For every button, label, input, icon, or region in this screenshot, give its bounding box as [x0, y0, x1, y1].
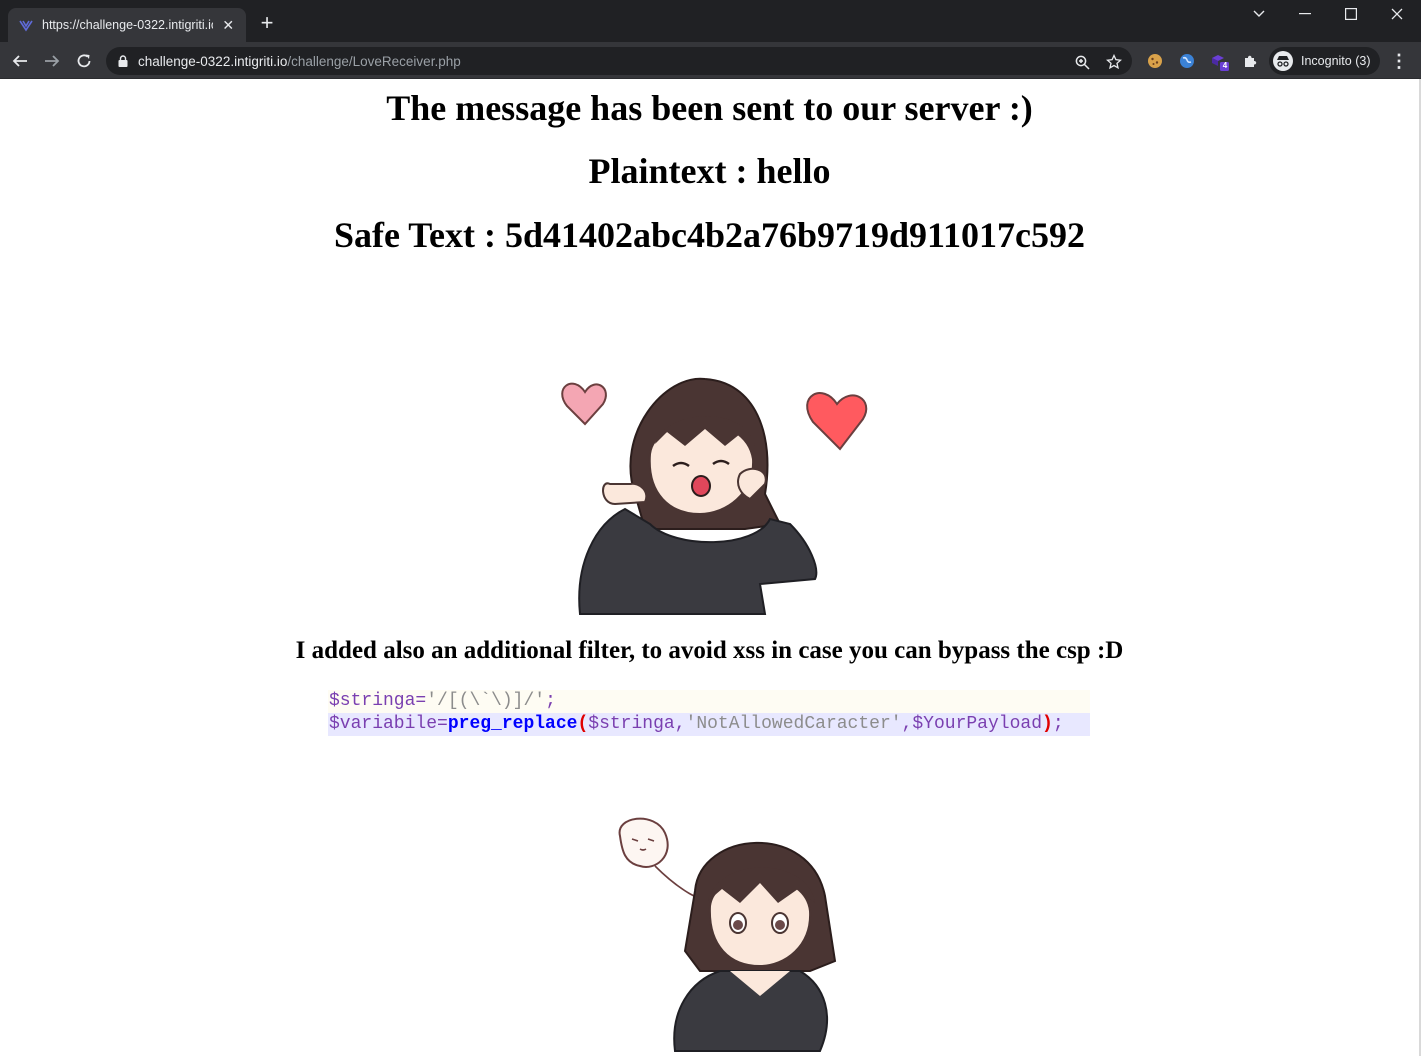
back-icon[interactable]	[7, 48, 33, 74]
close-window-icon[interactable]	[1374, 0, 1420, 28]
globe-extension-icon[interactable]	[1177, 51, 1197, 71]
sent-message-heading: The message has been sent to our server …	[386, 88, 1033, 128]
new-tab-button[interactable]: +	[256, 12, 278, 34]
code-token: )	[1042, 714, 1053, 734]
tab-title: https://challenge-0322.intigriti.io	[42, 18, 213, 32]
puzzle-extensions-icon[interactable]	[1241, 51, 1261, 71]
code-token: $stringa	[588, 714, 675, 734]
browser-tab[interactable]: https://challenge-0322.intigriti.io ✕	[8, 8, 246, 42]
browser-toolbar: challenge-0322.intigriti.io/challenge/Lo…	[0, 42, 1421, 79]
code-token: ;	[545, 691, 556, 711]
code-token: '/[(\`\)]/'	[426, 691, 546, 711]
url-host: challenge-0322.intigriti.io	[138, 53, 288, 69]
browser-menu-icon[interactable]: ⋮	[1389, 51, 1409, 71]
incognito-label: Incognito (3)	[1301, 54, 1371, 68]
code-token: preg_replace	[447, 714, 578, 734]
maximize-icon[interactable]	[1328, 0, 1374, 28]
tab-strip: https://challenge-0322.intigriti.io ✕ +	[0, 0, 1421, 42]
girl-hearts-sticker	[561, 377, 868, 615]
tab-search-icon[interactable]	[1236, 0, 1282, 28]
plaintext-heading: Plaintext : hello	[588, 151, 831, 191]
extension-badge: 4	[1222, 61, 1228, 70]
code-token: $YourPayload	[912, 714, 1042, 734]
code-line-2: $variabile=preg_replace($stringa,'NotAll…	[328, 713, 1090, 736]
php-code-snippet: $stringa='/[(\`\)]/'; $variabile=preg_re…	[328, 690, 1090, 740]
incognito-button[interactable]: Incognito (3)	[1269, 47, 1381, 75]
code-token: 'NotAllowedCaracter'	[685, 714, 902, 734]
code-token: ,	[901, 714, 913, 734]
incognito-icon	[1273, 51, 1293, 71]
cookie-extension-icon[interactable]	[1145, 51, 1165, 71]
close-tab-icon[interactable]: ✕	[221, 17, 237, 34]
code-token: ,	[674, 714, 686, 734]
safe-text-heading: Safe Text : 5d41402abc4b2a76b9719d911017…	[333, 215, 1086, 255]
code-token: =	[437, 714, 448, 734]
girl-ghost-sticker	[618, 817, 837, 1052]
code-token: $variabile	[329, 714, 438, 734]
forward-icon[interactable]	[39, 48, 65, 74]
code-token: ;	[1052, 714, 1064, 734]
hackbar-extension-icon[interactable]: 4	[1209, 51, 1229, 71]
code-token: (	[577, 714, 589, 734]
page-content: The message has been sent to our server …	[0, 79, 1421, 1056]
minimize-icon[interactable]	[1282, 0, 1328, 28]
url-path: /challenge/LoveReceiver.php	[287, 53, 461, 69]
filter-note: I added also an additional filter, to av…	[295, 637, 1124, 664]
code-line-1: $stringa='/[(\`\)]/';	[328, 690, 1090, 713]
zoom-icon[interactable]	[1073, 53, 1091, 71]
intigriti-logo-icon	[18, 17, 34, 33]
code-token: =	[415, 691, 427, 711]
lock-icon[interactable]	[118, 55, 128, 67]
address-bar[interactable]: challenge-0322.intigriti.io/challenge/Lo…	[106, 47, 1132, 75]
code-token: $stringa	[329, 691, 416, 711]
reload-icon[interactable]	[71, 48, 97, 74]
bookmark-star-icon[interactable]	[1105, 53, 1123, 71]
